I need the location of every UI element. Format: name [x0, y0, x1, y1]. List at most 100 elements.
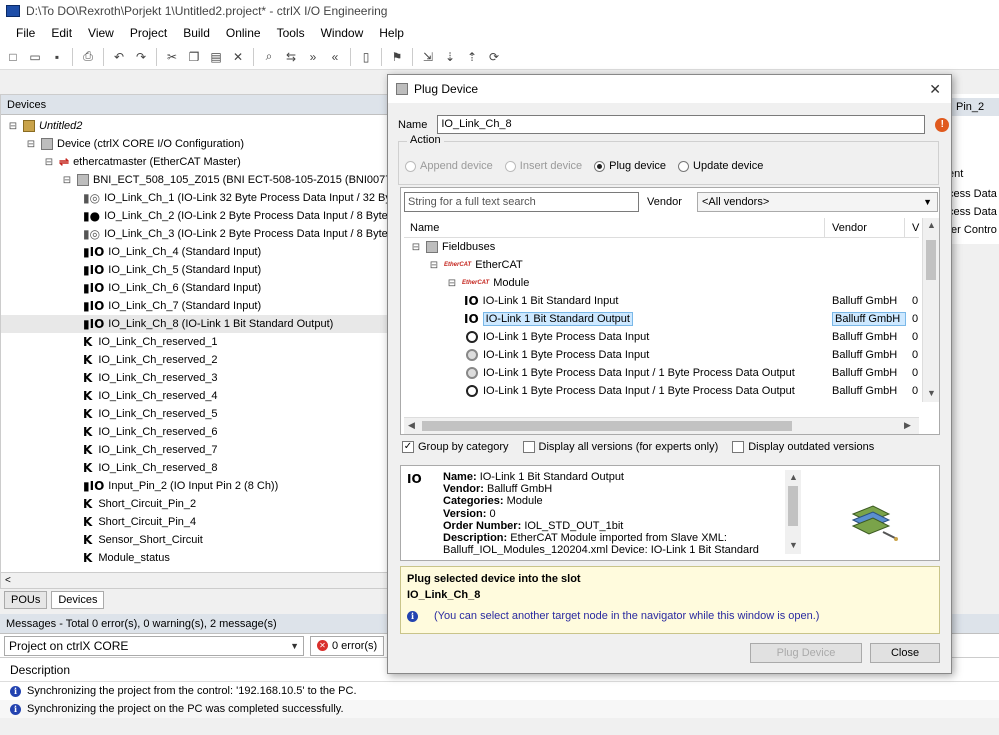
tree-item[interactable]: ▮● IO_Link_Ch_2 (IO-Link 2 Byte Process D… — [1, 207, 399, 225]
close-icon[interactable]: ✕ — [929, 81, 941, 98]
vendor-select[interactable]: <All vendors> ▼ — [697, 192, 938, 212]
collapse-toggle-icon[interactable]: ⊟ — [7, 121, 19, 132]
scroll-thumb[interactable] — [926, 240, 936, 280]
bookmark-icon[interactable]: ▯ — [357, 48, 375, 66]
scroll-thumb[interactable] — [422, 421, 792, 431]
tree-item[interactable]: ▮◎ IO_Link_Ch_1 (IO-Link 32 Byte Process … — [1, 189, 400, 207]
catalog-item[interactable]: ⊟ EtherCAT EtherCAT — [404, 256, 919, 274]
tree-item[interactable]: ⊟ ⇌ ethercatmaster (EtherCAT Master) — [1, 153, 399, 171]
tree-item[interactable]: K IO_Link_Ch_reserved_7 — [1, 441, 399, 459]
upload-icon[interactable]: ⇡ — [463, 48, 481, 66]
catalog-item[interactable]: IO IO-Link 1 Bit Standard Input Balluff Gm… — [404, 292, 919, 310]
close-button[interactable]: Close — [870, 643, 940, 663]
scan-icon[interactable]: ⟳ — [485, 48, 503, 66]
column-divider[interactable] — [904, 218, 905, 238]
catalog-item[interactable]: IO-Link 1 Byte Process Data OutputBalluf… — [404, 400, 919, 402]
error-filter-button[interactable]: ✕ 0 error(s) — [310, 635, 385, 656]
catalog-item[interactable]: ⊟ EtherCAT Module — [404, 274, 919, 292]
catalog-item[interactable]: IO-Link 1 Byte Process Data Input / 1 By… — [404, 364, 919, 382]
menu-tools[interactable]: Tools — [269, 22, 313, 44]
tree-item[interactable]: K IO_Link_Ch_reserved_3 — [1, 369, 399, 387]
checkbox-display-all-versions-for-experts-only[interactable]: Display all versions (for experts only) — [522, 441, 718, 453]
tree-item[interactable]: ▮IO IO_Link_Ch_8 (IO-Link 1 Bit Standard … — [1, 315, 399, 333]
menu-help[interactable]: Help — [371, 22, 412, 44]
print-icon[interactable]: ⎙ — [79, 48, 97, 66]
menu-window[interactable]: Window — [313, 22, 372, 44]
column-divider[interactable] — [824, 218, 825, 238]
scroll-left-arrow[interactable]: ◀ — [408, 420, 415, 431]
info-vscrollbar[interactable]: ▲ ▼ — [785, 470, 801, 554]
menu-edit[interactable]: Edit — [43, 22, 80, 44]
scroll-up-arrow[interactable]: ▲ — [927, 220, 936, 230]
catalog-item[interactable]: IO IO-Link 1 Bit Standard Output Balluff G… — [404, 310, 919, 328]
tree-item[interactable]: ▮IO IO_Link_Ch_7 (Standard Input) — [1, 297, 399, 315]
new-icon[interactable]: □ — [4, 48, 22, 66]
tree-item[interactable]: K IO_Link_Ch_reserved_4 — [1, 387, 399, 405]
message-row[interactable]: i Synchronizing the project on the PC wa… — [0, 700, 999, 718]
find-next-icon[interactable]: » — [304, 48, 322, 66]
collapse-toggle-icon[interactable]: ⊟ — [446, 278, 458, 289]
checkbox-display-outdated-versions[interactable]: Display outdated versions — [732, 441, 874, 453]
menu-project[interactable]: Project — [122, 22, 175, 44]
scroll-down-arrow[interactable]: ▼ — [789, 540, 798, 550]
scroll-up-arrow[interactable]: ▲ — [789, 472, 798, 482]
save-icon[interactable]: ▪ — [48, 48, 66, 66]
delete-icon[interactable]: ✕ — [229, 48, 247, 66]
tab-devices[interactable]: Devices — [51, 591, 105, 609]
cut-icon[interactable]: ✂ — [163, 48, 181, 66]
tree-item[interactable]: K IO_Link_Ch_reserved_5 — [1, 405, 399, 423]
editor-tab[interactable]: Pin_2 — [946, 98, 999, 116]
scroll-right-arrow[interactable]: ▶ — [904, 420, 911, 431]
tree-item[interactable]: K Short_Circuit_Pin_4 — [1, 513, 399, 531]
tree-item[interactable]: K Sensor_Short_Circuit — [1, 531, 399, 549]
tree-item[interactable]: K IO_Link_Ch_reserved_6 — [1, 423, 399, 441]
open-icon[interactable]: ▭ — [26, 48, 44, 66]
tree-item[interactable]: ▮IO IO_Link_Ch_6 (Standard Input) — [1, 279, 399, 297]
find-icon[interactable]: ⌕ — [260, 48, 278, 66]
tree-item[interactable]: ▮◎ IO_Link_Ch_3 (IO-Link 2 Byte Process D… — [1, 225, 399, 243]
tab-pous[interactable]: POUs — [4, 591, 48, 609]
column-version[interactable]: V — [912, 222, 919, 234]
name-input[interactable]: IO_Link_Ch_8 — [437, 115, 926, 134]
message-source-select[interactable]: Project on ctrlX CORE ▼ — [4, 635, 304, 656]
plug-device-button[interactable]: Plug Device — [750, 643, 862, 663]
tree-item[interactable]: K Short_Circuit_Pin_2 — [1, 495, 399, 513]
menu-build[interactable]: Build — [175, 22, 218, 44]
catalog-hscrollbar[interactable]: ◀ ▶ — [404, 417, 919, 434]
menu-file[interactable]: File — [8, 22, 43, 44]
menu-view[interactable]: View — [80, 22, 122, 44]
collapse-toggle-icon[interactable]: ⊟ — [428, 260, 440, 271]
tree-item[interactable]: ⊟ Device (ctrlX CORE I/O Configuration) — [1, 135, 399, 153]
collapse-toggle-icon[interactable]: ⊟ — [410, 242, 422, 253]
tree-item[interactable]: K IO_Link_Ch_reserved_8 — [1, 459, 399, 477]
catalog-item[interactable]: IO-Link 1 Byte Process Data Input / 1 By… — [404, 382, 919, 400]
message-row[interactable]: i Synchronizing the project from the con… — [0, 682, 999, 700]
tree-item[interactable]: ▮IO IO_Link_Ch_5 (Standard Input) — [1, 261, 399, 279]
paste-icon[interactable]: ▤ — [207, 48, 225, 66]
undo-icon[interactable]: ↶ — [110, 48, 128, 66]
scroll-left-arrow[interactable]: < — [5, 575, 11, 586]
column-vendor[interactable]: Vendor — [832, 222, 867, 234]
radio-plug-device[interactable]: Plug device — [594, 160, 666, 172]
login-icon[interactable]: ⇲ — [419, 48, 437, 66]
menu-online[interactable]: Online — [218, 22, 269, 44]
tree-item[interactable]: ⊟ Untitled2 — [1, 117, 399, 135]
collapse-toggle-icon[interactable]: ⊟ — [61, 175, 73, 186]
tree-item[interactable]: K IO_Link_Ch_reserved_1 — [1, 333, 399, 351]
find-prev-icon[interactable]: « — [326, 48, 344, 66]
column-name[interactable]: Name — [410, 222, 439, 234]
tree-item[interactable]: ⊟ BNI_ECT_508_105_Z015 (BNI ECT-508-105-Z… — [1, 171, 399, 189]
download-icon[interactable]: ⇣ — [441, 48, 459, 66]
build-icon[interactable]: ⚑ — [388, 48, 406, 66]
copy-icon[interactable]: ❐ — [185, 48, 203, 66]
collapse-toggle-icon[interactable]: ⊟ — [43, 157, 55, 168]
tree-item[interactable]: ▮IO IO_Link_Ch_4 (Standard Input) — [1, 243, 399, 261]
devices-hscrollbar[interactable]: < — [1, 572, 399, 588]
radio-update-device[interactable]: Update device — [678, 160, 763, 172]
catalog-item[interactable]: IO-Link 1 Byte Process Data Input Balluff… — [404, 346, 919, 364]
full-text-search-input[interactable]: String for a full text search — [404, 192, 639, 212]
catalog-item[interactable]: ⊟ Fieldbuses — [404, 238, 919, 256]
catalog-vscrollbar[interactable]: ▲ ▼ — [922, 218, 939, 402]
tree-item[interactable]: ▮IO Input_Pin_2 (IO Input Pin 2 (8 Ch)) — [1, 477, 399, 495]
find-replace-icon[interactable]: ⇆ — [282, 48, 300, 66]
